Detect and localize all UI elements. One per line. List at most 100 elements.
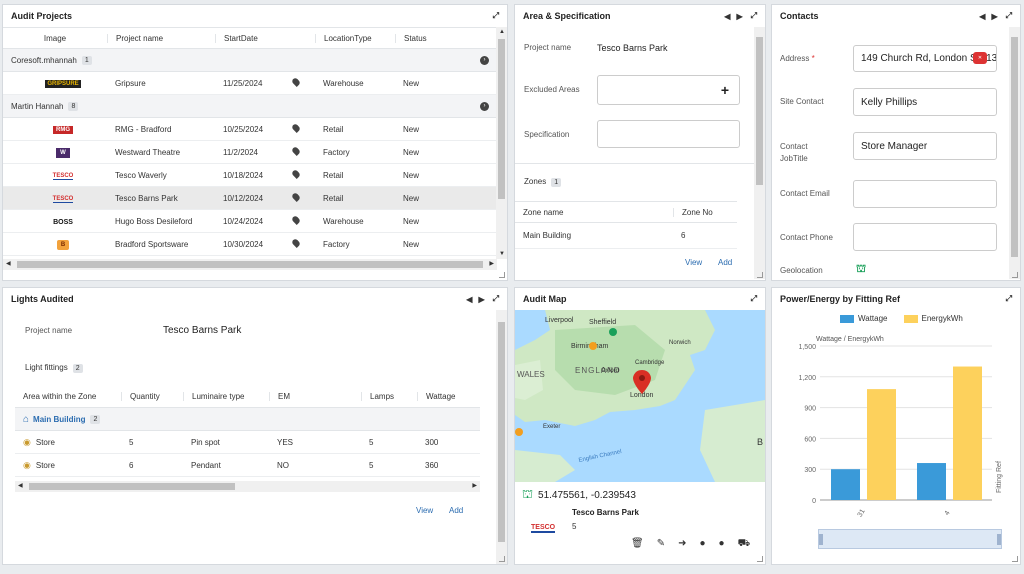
expand-icon[interactable]: ⤢ bbox=[493, 11, 499, 21]
col-luminaire[interactable]: Luminaire type bbox=[183, 392, 269, 401]
resize-handle[interactable] bbox=[757, 556, 763, 562]
expand-icon[interactable]: ⤢ bbox=[1006, 11, 1012, 21]
prev-icon[interactable]: ◀ bbox=[466, 295, 472, 304]
table-row[interactable]: W Westward Theatre 11/2/2024 Factory New bbox=[3, 141, 497, 164]
scroll-thumb[interactable] bbox=[756, 37, 763, 185]
resize-handle[interactable] bbox=[499, 272, 505, 278]
contact-phone-field[interactable] bbox=[853, 223, 997, 251]
table-row[interactable]: TESCO Tesco Waverly 10/18/2024 Retail New bbox=[3, 164, 497, 187]
next-icon[interactable]: ▶ bbox=[991, 12, 997, 21]
map[interactable]: Liverpool Sheffield Birmingham Norwich C… bbox=[515, 310, 765, 482]
col-start-date[interactable]: StartDate bbox=[215, 33, 285, 43]
col-quantity[interactable]: Quantity bbox=[121, 392, 183, 401]
view-link[interactable]: View bbox=[416, 506, 433, 515]
next-icon[interactable]: ▶ bbox=[478, 295, 484, 304]
bar[interactable] bbox=[867, 389, 896, 500]
contact-jobtitle-field[interactable]: Store Manager bbox=[853, 132, 997, 160]
expand-icon[interactable]: ⤢ bbox=[751, 294, 757, 304]
table-row[interactable]: RMG RMG - Bradford 10/25/2024 Retail New bbox=[3, 118, 497, 141]
scroll-thumb[interactable] bbox=[29, 483, 235, 490]
scroll-left-icon[interactable]: ◀ bbox=[18, 482, 23, 489]
vertical-scrollbar[interactable] bbox=[496, 310, 507, 564]
horizontal-scrollbar[interactable]: ◀ ▶ bbox=[3, 259, 497, 270]
scroller-handle[interactable] bbox=[997, 534, 1001, 545]
contact-email-field[interactable] bbox=[853, 180, 997, 208]
location-pin-icon[interactable]: ● bbox=[719, 538, 725, 551]
col-status[interactable]: Status bbox=[395, 33, 485, 43]
map-poi-icon[interactable] bbox=[515, 428, 523, 436]
scroll-right-icon[interactable]: ▶ bbox=[489, 260, 494, 267]
clear-address-icon[interactable]: ✕ bbox=[973, 52, 987, 64]
location-pin-icon[interactable] bbox=[291, 77, 301, 87]
group-row[interactable]: ⌂ Main Building 2 bbox=[15, 408, 480, 431]
map-poi-icon[interactable] bbox=[589, 342, 597, 350]
group-row[interactable]: Coresoft.mhannah 1 › bbox=[3, 49, 497, 72]
table-row[interactable]: B Bradford Sportsware 10/30/2024 Factory New bbox=[3, 233, 497, 256]
legend-item[interactable]: Wattage bbox=[840, 314, 888, 323]
expand-icon[interactable]: ⤢ bbox=[1006, 294, 1012, 304]
add-link[interactable]: Add bbox=[449, 506, 463, 515]
table-row[interactable]: ◉ Store 6 Pendant NO 5 360 bbox=[15, 454, 480, 477]
prev-icon[interactable]: ◀ bbox=[979, 12, 985, 21]
table-row[interactable]: TESCO Tesco Barns Park 10/12/2024 Retail New bbox=[3, 187, 497, 210]
delete-icon[interactable]: 🗑 bbox=[631, 538, 644, 551]
site-contact-field[interactable]: Kelly Phillips bbox=[853, 88, 997, 116]
location-pin-icon[interactable] bbox=[291, 146, 301, 156]
resize-handle[interactable] bbox=[757, 272, 763, 278]
scroll-left-icon[interactable]: ◀ bbox=[6, 260, 11, 267]
location-pin-icon[interactable] bbox=[291, 215, 301, 225]
scroll-down-icon[interactable]: ▼ bbox=[499, 251, 505, 257]
view-link[interactable]: View bbox=[685, 258, 702, 267]
scroll-up-icon[interactable]: ▲ bbox=[499, 29, 505, 35]
chart-scroller[interactable] bbox=[818, 529, 1002, 549]
legend-item[interactable]: EnergykWh bbox=[903, 314, 963, 323]
navigate-icon[interactable]: ➜ bbox=[678, 538, 686, 551]
bar[interactable] bbox=[831, 469, 860, 500]
geolocation-icon[interactable]: ⛫ bbox=[856, 263, 866, 277]
expand-icon[interactable]: ⤢ bbox=[751, 11, 757, 21]
arrow-right-icon[interactable]: › bbox=[480, 55, 489, 65]
col-zone-name[interactable]: Zone name bbox=[515, 208, 673, 217]
table-row[interactable]: BOSS Hugo Boss Desileford 10/24/2024 Wareho… bbox=[3, 210, 497, 233]
col-area[interactable]: Area within the Zone bbox=[15, 392, 121, 401]
prev-icon[interactable]: ◀ bbox=[724, 12, 730, 21]
table-row[interactable]: Main Building 6 bbox=[515, 223, 737, 249]
bar[interactable] bbox=[953, 366, 982, 500]
vertical-scrollbar[interactable] bbox=[754, 27, 765, 279]
resize-handle[interactable] bbox=[499, 556, 505, 562]
resize-handle[interactable] bbox=[1012, 556, 1018, 562]
edit-icon[interactable]: ✎ bbox=[657, 538, 665, 551]
excluded-areas-field[interactable]: + bbox=[597, 75, 740, 105]
location-pin-icon[interactable] bbox=[291, 238, 301, 248]
arrow-right-icon[interactable]: › bbox=[480, 101, 489, 111]
col-em[interactable]: EM bbox=[269, 392, 361, 401]
car-icon[interactable]: ⛟ bbox=[738, 538, 751, 551]
table-row[interactable]: ◉ Store 5 Pin spot YES 5 300 bbox=[15, 431, 480, 454]
add-link[interactable]: Add bbox=[718, 258, 732, 267]
col-lamps[interactable]: Lamps bbox=[361, 392, 417, 401]
scroll-thumb[interactable] bbox=[498, 322, 505, 542]
vertical-scrollbar[interactable]: ▲ ▼ bbox=[496, 27, 507, 259]
specification-field[interactable] bbox=[597, 120, 740, 148]
col-location-type[interactable]: LocationType bbox=[315, 33, 395, 43]
group-row[interactable]: Martin Hannah 8 › bbox=[3, 95, 497, 118]
scroll-right-icon[interactable]: ▶ bbox=[472, 482, 477, 489]
scroller-handle[interactable] bbox=[819, 534, 823, 545]
resize-handle[interactable] bbox=[1012, 272, 1018, 278]
col-project-name[interactable]: Project name bbox=[107, 33, 215, 43]
plus-icon[interactable]: + bbox=[721, 82, 729, 98]
col-wattage[interactable]: Wattage bbox=[417, 392, 480, 401]
location-pin-icon[interactable] bbox=[291, 123, 301, 133]
map-poi-icon[interactable] bbox=[609, 328, 617, 336]
scroll-thumb[interactable] bbox=[17, 261, 483, 268]
col-image[interactable]: Image bbox=[3, 34, 107, 43]
location-pin-icon[interactable]: ● bbox=[699, 538, 705, 551]
bar[interactable] bbox=[917, 463, 946, 500]
expand-icon[interactable]: ⤢ bbox=[493, 294, 499, 304]
table-row[interactable]: GRIPSURE Gripsure 11/25/2024 Warehouse N… bbox=[3, 72, 497, 95]
location-pin-icon[interactable] bbox=[291, 169, 301, 179]
scroll-thumb[interactable] bbox=[1011, 37, 1018, 257]
location-pin-icon[interactable] bbox=[291, 192, 301, 202]
horizontal-scrollbar[interactable]: ◀ ▶ bbox=[15, 481, 480, 492]
scroll-thumb[interactable] bbox=[498, 39, 505, 199]
